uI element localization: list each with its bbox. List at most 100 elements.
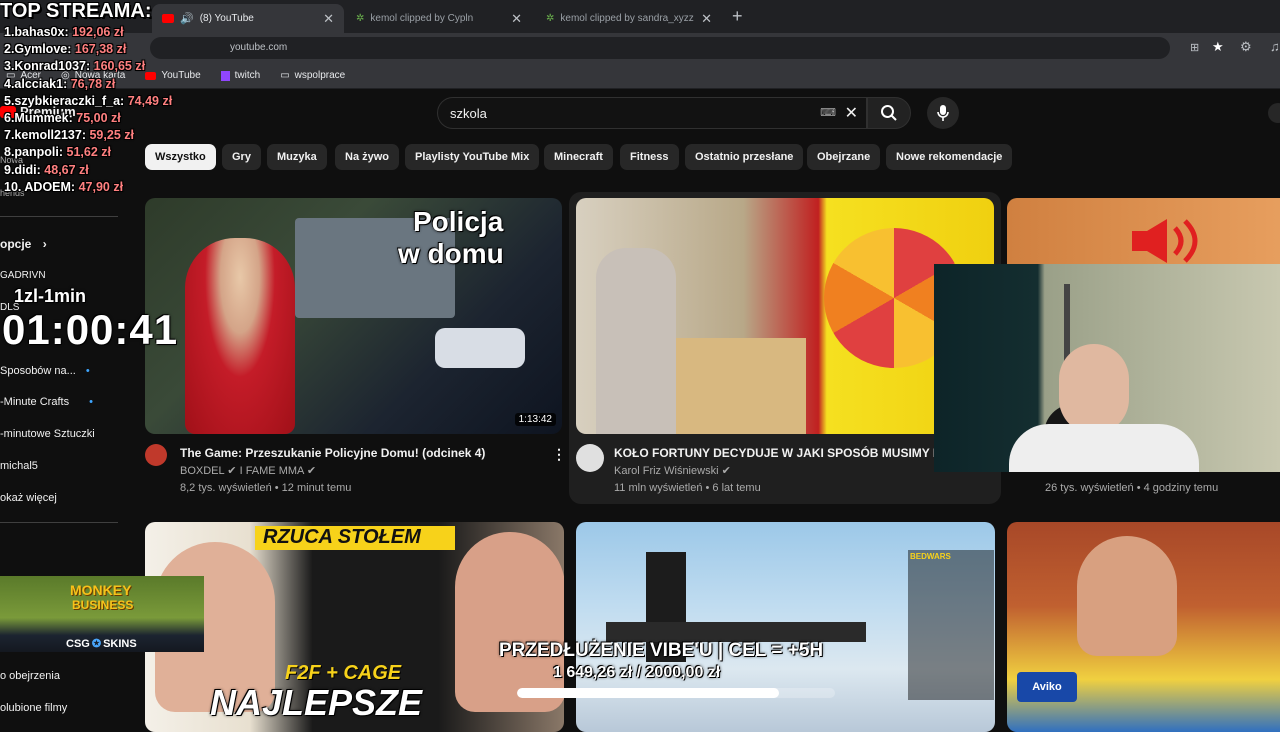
- new-tab-button[interactable]: +: [732, 6, 743, 27]
- thumb-text: RZUCA STOŁEM: [263, 526, 421, 548]
- chip-games[interactable]: Gry: [222, 144, 261, 170]
- bookmarks-bar: ▭ Acer ◎ Nowa karta YouTube twitch ▭ wspolp…: [0, 63, 1280, 89]
- youtube-favicon-icon: [162, 14, 174, 23]
- sidebar-item-sztuczki[interactable]: -minutowe Sztuczki: [0, 428, 95, 440]
- sidebar-item-gadrivn[interactable]: GADRIVN: [0, 270, 46, 281]
- tab-label: kemol clipped by Cypln: [370, 13, 474, 24]
- top-donors-title: TOP STREAMA:: [0, 0, 152, 22]
- url-text: youtube.com: [230, 42, 288, 53]
- verified-icon: ✔: [306, 465, 317, 477]
- video-channel[interactable]: BOXDEL ✔ I FAME MMA ✔: [180, 464, 316, 477]
- voice-search-button[interactable]: [927, 97, 959, 129]
- sidebar-item-watch-later[interactable]: o obejrzenia: [0, 670, 60, 682]
- tab-clip-1[interactable]: ✲ kemol clipped by Cypln ✕: [346, 4, 532, 33]
- video-thumbnail[interactable]: Aviko: [1007, 522, 1280, 732]
- sidebar-item-michal5[interactable]: michal5: [0, 460, 38, 472]
- chip-music[interactable]: Muzyka: [267, 144, 327, 170]
- thumb-text: w domu: [398, 238, 504, 269]
- tab-clip-2[interactable]: ✲ kemol clipped by sandra_xyzz ✕: [536, 4, 722, 33]
- video-thumbnail[interactable]: BEDWARS: [576, 522, 995, 732]
- video-meta: 11 mln wyświetleń • 6 lat temu: [614, 482, 761, 494]
- chip-fitness[interactable]: Fitness: [620, 144, 679, 170]
- video-title[interactable]: KOŁO FORTUNY DECYDUJE W JAKI SPOSÓB MUSI…: [614, 446, 934, 460]
- microphone-icon: [937, 105, 949, 121]
- chip-recently-uploaded[interactable]: Ostatnio przesłane: [685, 144, 804, 170]
- twitch-icon: [220, 70, 230, 81]
- video-meta: 8,2 tys. wyświetleń • 12 minut temu: [180, 482, 352, 494]
- close-tab-icon[interactable]: ✕: [701, 11, 712, 27]
- goal-progress-bar: [517, 688, 835, 698]
- stream-timer: 01:00:41: [2, 306, 179, 353]
- video-thumbnail[interactable]: [576, 198, 994, 434]
- scoreboard-title: BEDWARS: [910, 552, 951, 561]
- donor-row: 3.Konrad1037: 160,65 zł: [4, 59, 146, 74]
- chip-minecraft[interactable]: Minecraft: [544, 144, 613, 170]
- sidebar-item-sposobow[interactable]: Sposobów na... •: [0, 365, 90, 377]
- clip-favicon-icon: ✲: [356, 13, 365, 24]
- tab-youtube[interactable]: 🔊 (8) YouTube ✕: [152, 4, 344, 33]
- sponsor-text: MONKEY: [70, 582, 132, 598]
- video-duration: 1:13:42: [514, 413, 556, 426]
- sidebar-item-options[interactable]: opcje ›: [0, 237, 47, 251]
- thumb-person-shape: [455, 532, 564, 712]
- search-button[interactable]: [867, 97, 911, 129]
- url-field[interactable]: youtube.com: [150, 37, 1170, 59]
- video-channel[interactable]: Karol Friz Wiśniewski ✔: [614, 464, 731, 477]
- chip-watched[interactable]: Obejrzane: [807, 144, 881, 170]
- speaker-icon: [1132, 219, 1198, 263]
- channel-avatar[interactable]: [145, 444, 167, 466]
- sidebar-item-minute-crafts[interactable]: -Minute Crafts •: [0, 396, 93, 408]
- sidebar-show-more[interactable]: okaż więcej: [0, 492, 57, 504]
- timer-rate-label: 1zl-1min: [14, 286, 87, 306]
- donor-row: 5.szybkieraczki_f_a: 74,49 zł: [4, 93, 173, 108]
- new-content-dot-icon: •: [89, 396, 93, 408]
- sidebar-divider: [0, 522, 118, 523]
- video-thumbnail[interactable]: Policja w domu 1:13:42: [145, 198, 562, 434]
- streamer-body-shape: [1009, 424, 1199, 472]
- chip-live[interactable]: Na żywo: [335, 144, 400, 170]
- sponsor-text: BUSINESS: [72, 598, 134, 612]
- sponsor-brand: CSG ✪ SKINS: [66, 638, 137, 650]
- more-options-icon[interactable]: ⋮: [552, 446, 566, 463]
- notifications-button[interactable]: [1268, 103, 1280, 123]
- chevron-right-icon: ›: [42, 237, 47, 251]
- streamer-face-shape: [1059, 344, 1129, 434]
- sidebar-item-liked-videos[interactable]: olubione filmy: [0, 702, 67, 714]
- clip-favicon-icon: ✲: [546, 13, 555, 24]
- bookmark-star-icon[interactable]: ★: [1212, 39, 1224, 55]
- address-bar: youtube.com ⊞ ★ ⚙ ♫: [0, 33, 1280, 63]
- video-thumbnail[interactable]: RZUCA STOŁEM F2F + CAGE NAJLEPSZE: [145, 522, 564, 732]
- goal-title: PRZEDŁUŻENIE VIBE'U | CEL = +5H: [499, 640, 824, 661]
- chip-mix-playlists[interactable]: Playlisty YouTube Mix: [405, 144, 540, 170]
- video-meta: 26 tys. wyświetleń • 4 godziny temu: [1045, 482, 1219, 494]
- thumb-person-shape: [596, 248, 676, 434]
- close-tab-icon[interactable]: ✕: [323, 11, 334, 27]
- media-icon[interactable]: ♫: [1270, 39, 1280, 54]
- sponsor-banner: MONKEY BUSINESS CSG ✪ SKINS: [0, 576, 204, 652]
- thumb-person-shape: [185, 238, 295, 434]
- bookmark-wspolprace[interactable]: ▭ wspolprace: [280, 70, 345, 81]
- speaker-icon[interactable]: 🔊: [180, 12, 194, 25]
- sidebar-divider: [0, 216, 118, 217]
- channel-avatar[interactable]: [576, 444, 604, 472]
- tab-label: (8) YouTube: [199, 13, 254, 24]
- donor-row: 6.Mummek: 75,00 zł: [4, 110, 121, 125]
- clear-search-icon[interactable]: ✕: [845, 103, 858, 123]
- verified-icon: ✔: [227, 465, 237, 477]
- donor-row: 9.didi: 48,67 zł: [4, 162, 89, 177]
- donor-row: 7.kemoll2137: 59,25 zł: [4, 128, 134, 143]
- chip-new-recommendations[interactable]: Nowe rekomendacje: [886, 144, 1013, 170]
- close-tab-icon[interactable]: ✕: [511, 11, 522, 27]
- search-icon: [881, 105, 897, 121]
- extensions-icon[interactable]: ⚙: [1240, 39, 1252, 55]
- translate-icon[interactable]: ⊞: [1190, 41, 1199, 54]
- goal-amounts: 1 649,26 zł / 2000,00 zł: [553, 664, 721, 681]
- donor-row: 1.bahas0x: 192,06 zł: [4, 25, 124, 39]
- bookmark-twitch[interactable]: twitch: [220, 70, 260, 81]
- video-title[interactable]: The Game: Przeszukanie Policyjne Domu! (…: [180, 446, 540, 460]
- search-input[interactable]: szkola ⌨ ✕: [437, 97, 867, 129]
- tab-label: kemol clipped by sandra_xyzz: [560, 13, 694, 24]
- keyboard-icon[interactable]: ⌨: [820, 106, 836, 119]
- donor-row: 2.Gymlove: 167,38 zł: [4, 42, 127, 57]
- donor-row: 8.panpoli: 51,62 zł: [4, 145, 111, 160]
